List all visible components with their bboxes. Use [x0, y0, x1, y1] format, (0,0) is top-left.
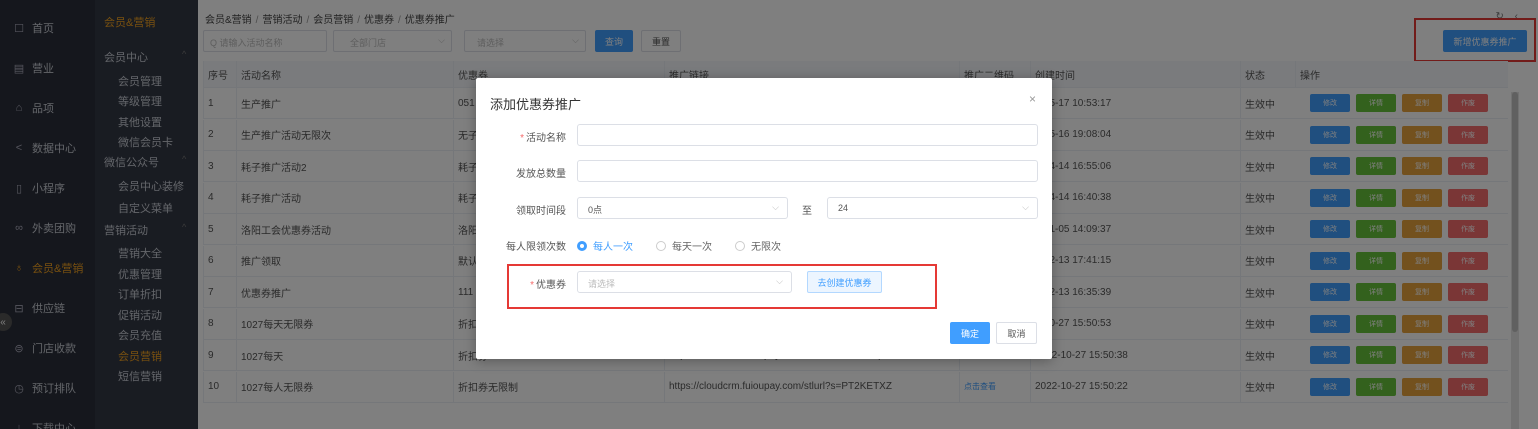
radio-once-per-day[interactable]: 每天一次: [656, 238, 712, 253]
radio-dot: [656, 240, 666, 251]
time-start-value: 0点: [588, 205, 603, 215]
total-quantity-label: 发放总数量: [516, 169, 566, 180]
add-promo-dialog: 添加优惠券推广 × * 活动名称 发放总数量 领取时间段 0点 ⌵ 至 24 ⌵ …: [476, 78, 1052, 359]
radio-label: 无限次: [751, 242, 781, 253]
radio-once-per-person[interactable]: 每人一次: [577, 238, 633, 253]
time-to-label: 至: [802, 206, 812, 217]
chevron-down-icon: ⌵: [772, 202, 779, 212]
radio-dot: [577, 240, 587, 251]
radio-unlimited[interactable]: 无限次: [735, 238, 781, 253]
radio-label: 每人一次: [593, 242, 633, 253]
time-end-select[interactable]: 24 ⌵: [827, 197, 1038, 219]
radio-label: 每天一次: [672, 242, 712, 253]
close-icon[interactable]: ×: [1029, 92, 1036, 106]
total-quantity-input[interactable]: [577, 160, 1038, 182]
confirm-button[interactable]: 确定: [950, 322, 990, 344]
highlight-box-coupon: [507, 264, 937, 309]
dialog-title: 添加优惠券推广: [490, 97, 582, 112]
limit-label: 每人限领次数: [506, 242, 566, 253]
cancel-button[interactable]: 取消: [996, 322, 1037, 344]
time-start-select[interactable]: 0点 ⌵: [577, 197, 788, 219]
activity-name-label: * 活动名称: [520, 129, 566, 144]
time-range-label: 领取时间段: [516, 206, 566, 217]
chevron-down-icon: ⌵: [1022, 202, 1029, 212]
time-end-value: 24: [838, 203, 849, 213]
radio-dot: [735, 240, 745, 251]
activity-name-label-text: 活动名称: [526, 133, 566, 144]
activity-name-input[interactable]: [577, 124, 1038, 146]
required-mark: *: [520, 133, 524, 144]
